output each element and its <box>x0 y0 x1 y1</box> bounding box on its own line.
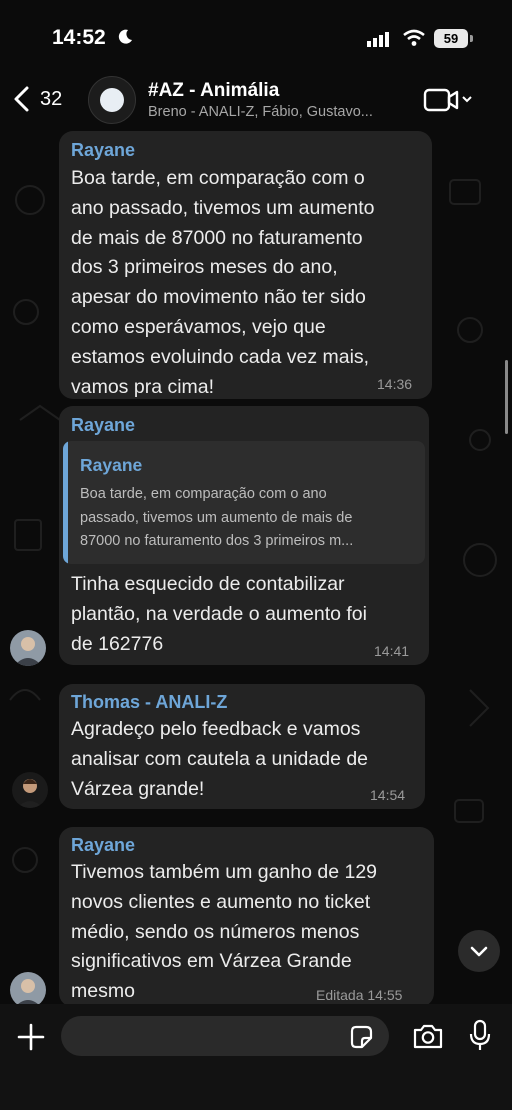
message-bubble[interactable]: Rayane Rayane Boa tarde, em comparação c… <box>59 406 429 665</box>
message-bubble[interactable]: Rayane Tivemos também um ganho de 129 nov… <box>59 827 434 1007</box>
sender-avatar[interactable] <box>10 630 46 666</box>
message-bubble[interactable]: Thomas - ANALI-Z Agradeço pelo feedback … <box>59 684 425 809</box>
message-bubble[interactable]: Rayane Boa tarde, em comparação com o ano… <box>59 131 432 399</box>
sender-avatar[interactable] <box>12 772 48 808</box>
message-time: 14:36 <box>377 376 413 392</box>
message-sender: Rayane <box>71 415 136 435</box>
quote-accent-bar <box>63 441 68 564</box>
avatar-photo-icon <box>12 772 48 808</box>
chevron-down-icon <box>470 946 488 957</box>
chat-header: 32 #AZ - Animália Breno - ANALI-Z, Fábio… <box>0 70 512 130</box>
status-bar: 14:52 59 <box>0 0 512 70</box>
video-call-icon[interactable] <box>423 86 475 114</box>
camera-icon[interactable] <box>412 1022 444 1050</box>
group-title[interactable]: #AZ - Animália <box>148 80 279 102</box>
cellular-signal-icon <box>367 32 389 47</box>
avatar-photo-icon <box>10 630 46 666</box>
battery-nub <box>470 35 473 42</box>
sender-avatar[interactable] <box>10 972 46 1008</box>
message-time: Editada 14:55 <box>316 987 403 1003</box>
message-sender: Rayane <box>71 140 136 160</box>
group-members[interactable]: Breno - ANALI-Z, Fábio, Gustavo... <box>148 104 373 120</box>
avatar-photo-icon <box>10 972 46 1008</box>
message-input-bar <box>0 1004 512 1110</box>
group-logo <box>100 88 124 112</box>
message-text: Agradeço pelo feedback e vamos analisar c… <box>71 718 369 800</box>
microphone-icon[interactable] <box>468 1019 492 1053</box>
scrollbar[interactable] <box>505 360 508 434</box>
wifi-icon <box>403 29 425 46</box>
message-text: Boa tarde, em comparação com o ano passad… <box>71 167 375 398</box>
quoted-sender: Rayane <box>80 455 143 475</box>
status-time: 14:52 <box>52 26 106 49</box>
sticker-icon[interactable] <box>348 1024 374 1050</box>
message-time: 14:54 <box>370 787 406 803</box>
message-text: Tinha esquecido de contabilizar plantão, … <box>71 573 367 655</box>
quoted-text: Boa tarde, em comparação com o ano passa… <box>80 486 354 550</box>
group-avatar[interactable] <box>88 76 136 124</box>
message-sender: Thomas - ANALI-Z <box>71 692 228 712</box>
moon-icon <box>118 29 132 44</box>
quoted-message[interactable]: Rayane Boa tarde, em comparação com o an… <box>63 441 425 564</box>
message-text: Tivemos também um ganho de 129 novos clie… <box>71 861 378 1003</box>
battery-indicator: 59 <box>434 29 468 48</box>
message-sender: Rayane <box>71 835 136 855</box>
message-time: 14:41 <box>374 643 410 659</box>
unread-count[interactable]: 32 <box>40 88 62 111</box>
plus-icon[interactable] <box>16 1022 46 1052</box>
scroll-to-bottom-button[interactable] <box>458 930 500 972</box>
back-chevron-icon[interactable] <box>10 84 34 114</box>
message-input[interactable] <box>61 1016 389 1056</box>
